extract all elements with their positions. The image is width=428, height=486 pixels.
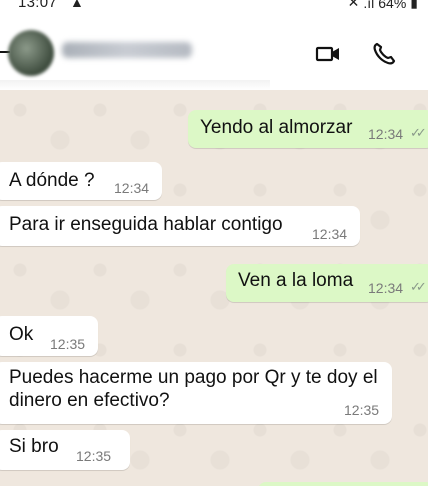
chat-header bbox=[0, 18, 428, 90]
message-incoming[interactable]: Si bro 12:35 bbox=[0, 430, 130, 470]
message-text: A dónde ? bbox=[9, 170, 95, 191]
message-time: 12:35 bbox=[50, 336, 86, 352]
status-icons: ✕ .ıl 64% ▮ bbox=[348, 0, 418, 11]
video-camera-icon bbox=[315, 46, 339, 62]
message-incoming[interactable]: A dónde ? 12:34 bbox=[0, 162, 162, 200]
message-incoming[interactable]: Para ir enseguida hablar contigo 12:34 bbox=[0, 206, 360, 246]
read-ticks-icon: ✓✓ bbox=[410, 125, 427, 140]
message-incoming[interactable]: Puedes hacerme un pago por Qr y te doy e… bbox=[0, 362, 392, 424]
message-time: 12:35 bbox=[344, 402, 380, 418]
message-time: 12:34 bbox=[114, 180, 150, 196]
voice-call-button[interactable] bbox=[370, 40, 398, 68]
message-text: Yendo al almorzar bbox=[200, 117, 353, 138]
contact-name[interactable] bbox=[62, 42, 192, 58]
message-outgoing[interactable]: Ven a la loma 12:34 ✓✓ bbox=[226, 264, 428, 302]
message-outgoing-partial[interactable] bbox=[258, 482, 428, 486]
message-text: Si bro bbox=[9, 436, 59, 457]
chat-area[interactable]: Yendo al almorzar 12:34 ✓✓ A dónde ? 12:… bbox=[0, 90, 428, 486]
message-incoming[interactable]: Ok 12:35 bbox=[0, 316, 98, 356]
signal-icon: .ıl bbox=[363, 0, 375, 11]
message-time: 12:34 bbox=[312, 226, 348, 242]
message-time: 12:34 bbox=[368, 126, 404, 142]
avatar[interactable] bbox=[8, 30, 54, 76]
read-ticks-icon: ✓✓ bbox=[410, 279, 427, 294]
message-text: Para ir enseguida hablar contigo bbox=[9, 214, 283, 235]
battery-level: 64% bbox=[378, 0, 407, 11]
status-time: 13:07 bbox=[18, 0, 58, 11]
message-time: 12:34 bbox=[368, 280, 404, 296]
header-divider bbox=[0, 80, 270, 90]
message-text: Ok bbox=[9, 324, 34, 345]
message-text: Ven a la loma bbox=[238, 270, 354, 291]
message-time: 12:35 bbox=[76, 448, 112, 464]
message-text: Puedes hacerme un pago por Qr y te doy e… bbox=[9, 367, 378, 411]
battery-icon: ▮ bbox=[410, 0, 418, 10]
message-outgoing[interactable]: Yendo al almorzar 12:34 ✓✓ bbox=[188, 110, 428, 148]
phone-icon bbox=[373, 42, 396, 65]
status-bar: 13:07 ▲ ✕ .ıl 64% ▮ bbox=[0, 0, 428, 18]
mute-icon: ✕ bbox=[347, 0, 360, 10]
video-call-button[interactable] bbox=[314, 40, 342, 68]
warning-icon: ▲ bbox=[70, 0, 84, 10]
